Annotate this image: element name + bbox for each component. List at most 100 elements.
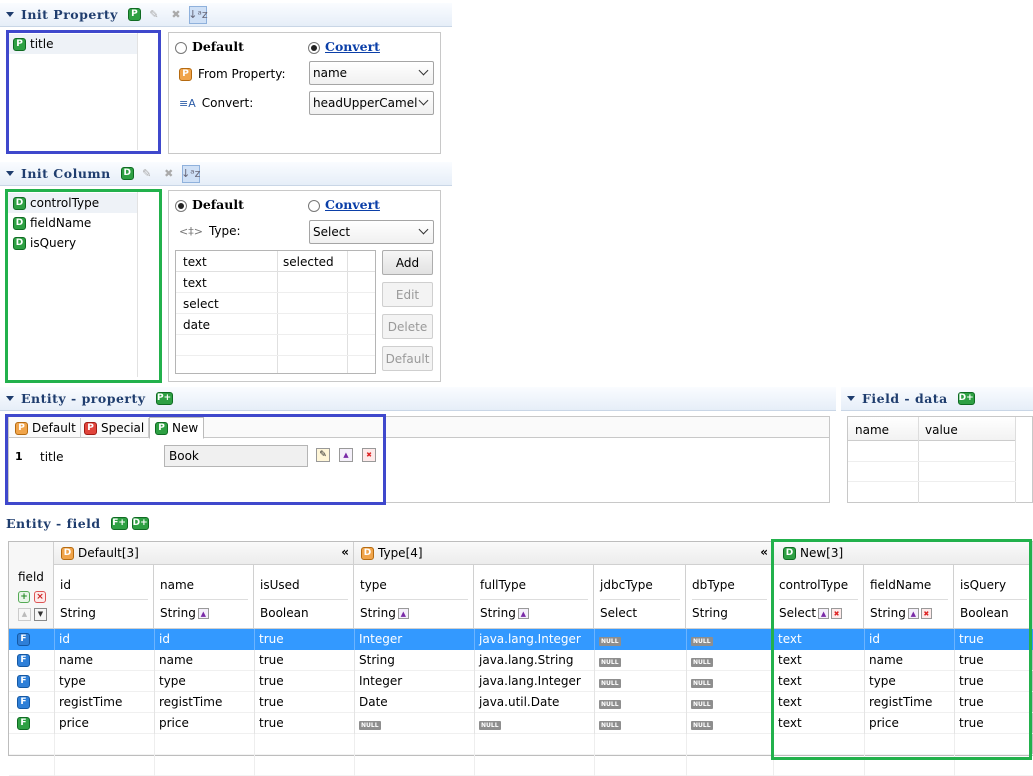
field-icon: F <box>17 717 30 730</box>
table-cell[interactable]: NULL <box>686 629 773 650</box>
group-default[interactable]: D Default[3] « <box>54 542 354 565</box>
radio-default[interactable]: Default <box>175 39 244 54</box>
table-cell[interactable]: NULL <box>686 650 773 671</box>
table-cell[interactable]: registTime <box>54 692 154 713</box>
table-cell[interactable]: NULL <box>594 671 686 692</box>
sort-az-icon[interactable]: ↓ᵃz <box>188 5 208 24</box>
convert-label: Convert: <box>201 96 254 110</box>
table-cell[interactable]: name <box>54 650 154 671</box>
remove-icon[interactable]: × <box>34 591 46 603</box>
column-name: id <box>60 578 71 592</box>
init-column-header: Init Column D ✎ ✖ ↓ᵃz <box>0 162 452 186</box>
null-badge: NULL <box>691 700 713 709</box>
move-up-icon[interactable]: ▲ <box>18 608 31 621</box>
delete-icon[interactable]: ✖ <box>160 165 178 183</box>
add-data-icon[interactable]: D+ <box>131 516 149 530</box>
convert-select[interactable]: headUpperCamel <box>309 91 434 115</box>
table-cell[interactable]: id <box>54 629 154 650</box>
table-cell[interactable]: type <box>154 671 254 692</box>
group-type[interactable]: D Type[4] « <box>354 542 773 565</box>
type-select[interactable]: Select <box>309 220 434 244</box>
table-cell[interactable]: true <box>254 713 354 734</box>
column-header-fullType[interactable]: fullType String ▲ <box>474 565 594 629</box>
move-down-icon[interactable]: ▼ <box>34 608 47 621</box>
table-cell[interactable]: NULL <box>474 713 594 734</box>
table-cell[interactable]: true <box>254 650 354 671</box>
radio-convert[interactable]: Convert <box>308 197 380 212</box>
field-data-title: Field - data <box>862 391 948 406</box>
table-cell[interactable]: id <box>154 629 254 650</box>
table-cell[interactable]: java.lang.String <box>474 650 594 671</box>
from-property-select[interactable]: name <box>309 61 434 85</box>
table-cell[interactable]: true <box>254 671 354 692</box>
column-name: fullType <box>480 578 527 592</box>
table-row[interactable]: text <box>183 276 207 290</box>
highlight-box <box>771 539 1032 760</box>
column-header-name[interactable]: name String ▲ <box>154 565 254 629</box>
move-icon[interactable]: ▲ <box>517 608 529 619</box>
table-cell[interactable]: name <box>154 650 254 671</box>
table-cell[interactable]: true <box>254 629 354 650</box>
collapse-icon[interactable] <box>6 171 14 176</box>
table-cell[interactable]: java.lang.Integer <box>474 629 594 650</box>
table-row[interactable]: date <box>183 318 210 332</box>
column-name: dbType <box>692 578 735 592</box>
table-cell[interactable]: java.lang.Integer <box>474 671 594 692</box>
collapse-group-icon[interactable]: « <box>760 545 768 559</box>
table-cell[interactable]: NULL <box>594 713 686 734</box>
options-table[interactable]: text selected text select date <box>175 250 376 374</box>
table-row[interactable]: select <box>183 297 219 311</box>
table-cell[interactable]: NULL <box>594 650 686 671</box>
default-button[interactable]: Default <box>382 346 433 371</box>
table-cell[interactable]: NULL <box>354 713 474 734</box>
add-icon[interactable]: + <box>18 591 30 603</box>
null-badge: NULL <box>691 658 713 667</box>
null-badge: NULL <box>599 637 621 646</box>
column-header-dbType[interactable]: dbType String <box>686 565 773 629</box>
column-header-isUsed[interactable]: isUsed Boolean <box>254 565 354 629</box>
column-header-type[interactable]: type String ▲ <box>354 565 474 629</box>
table-cell[interactable]: NULL <box>686 713 773 734</box>
sort-az-icon[interactable]: ↓ᵃz <box>181 164 200 183</box>
table-cell[interactable]: price <box>154 713 254 734</box>
table-cell[interactable]: Integer <box>354 671 474 692</box>
chevron-down-icon <box>418 224 429 235</box>
table-cell[interactable]: Date <box>354 692 474 713</box>
table-cell[interactable]: NULL <box>594 692 686 713</box>
add-column-icon[interactable]: D <box>120 167 134 180</box>
table-cell[interactable]: true <box>254 692 354 713</box>
table-cell[interactable]: NULL <box>686 692 773 713</box>
add-button[interactable]: Add <box>382 250 433 275</box>
move-icon[interactable]: ▲ <box>397 608 409 619</box>
collapse-icon[interactable] <box>6 396 14 401</box>
radio-convert[interactable]: Convert <box>308 39 380 54</box>
radio-default[interactable]: Default <box>175 197 244 212</box>
add-property-icon[interactable]: P <box>127 8 141 21</box>
add-property-icon[interactable]: P+ <box>155 392 173 405</box>
delete-icon[interactable]: ✖ <box>167 6 185 24</box>
table-cell[interactable]: registTime <box>154 692 254 713</box>
table-cell[interactable]: java.util.Date <box>474 692 594 713</box>
table-cell[interactable]: NULL <box>594 629 686 650</box>
edit-icon[interactable]: ✎ <box>138 165 156 183</box>
table-cell[interactable]: Integer <box>354 629 474 650</box>
table-cell[interactable]: String <box>354 650 474 671</box>
field-data-header: Field - data D+ <box>841 387 1033 411</box>
null-badge: NULL <box>479 721 501 730</box>
table-cell[interactable]: type <box>54 671 154 692</box>
column-header-id[interactable]: id String <box>54 565 154 629</box>
column-name: type <box>360 578 387 592</box>
add-data-icon[interactable]: D+ <box>957 392 975 405</box>
move-icon[interactable]: ▲ <box>197 608 209 619</box>
delete-button[interactable]: Delete <box>382 314 433 339</box>
field-data-table[interactable]: name value <box>847 416 1033 503</box>
collapse-group-icon[interactable]: « <box>341 545 349 559</box>
column-header-jdbcType[interactable]: jdbcType Select <box>594 565 686 629</box>
collapse-icon[interactable] <box>847 396 855 401</box>
edit-icon[interactable]: ✎ <box>145 6 163 24</box>
edit-button[interactable]: Edit <box>382 282 433 307</box>
table-cell[interactable]: NULL <box>686 671 773 692</box>
table-cell[interactable]: price <box>54 713 154 734</box>
collapse-icon[interactable] <box>6 12 14 17</box>
add-field-icon[interactable]: F+ <box>110 516 128 530</box>
